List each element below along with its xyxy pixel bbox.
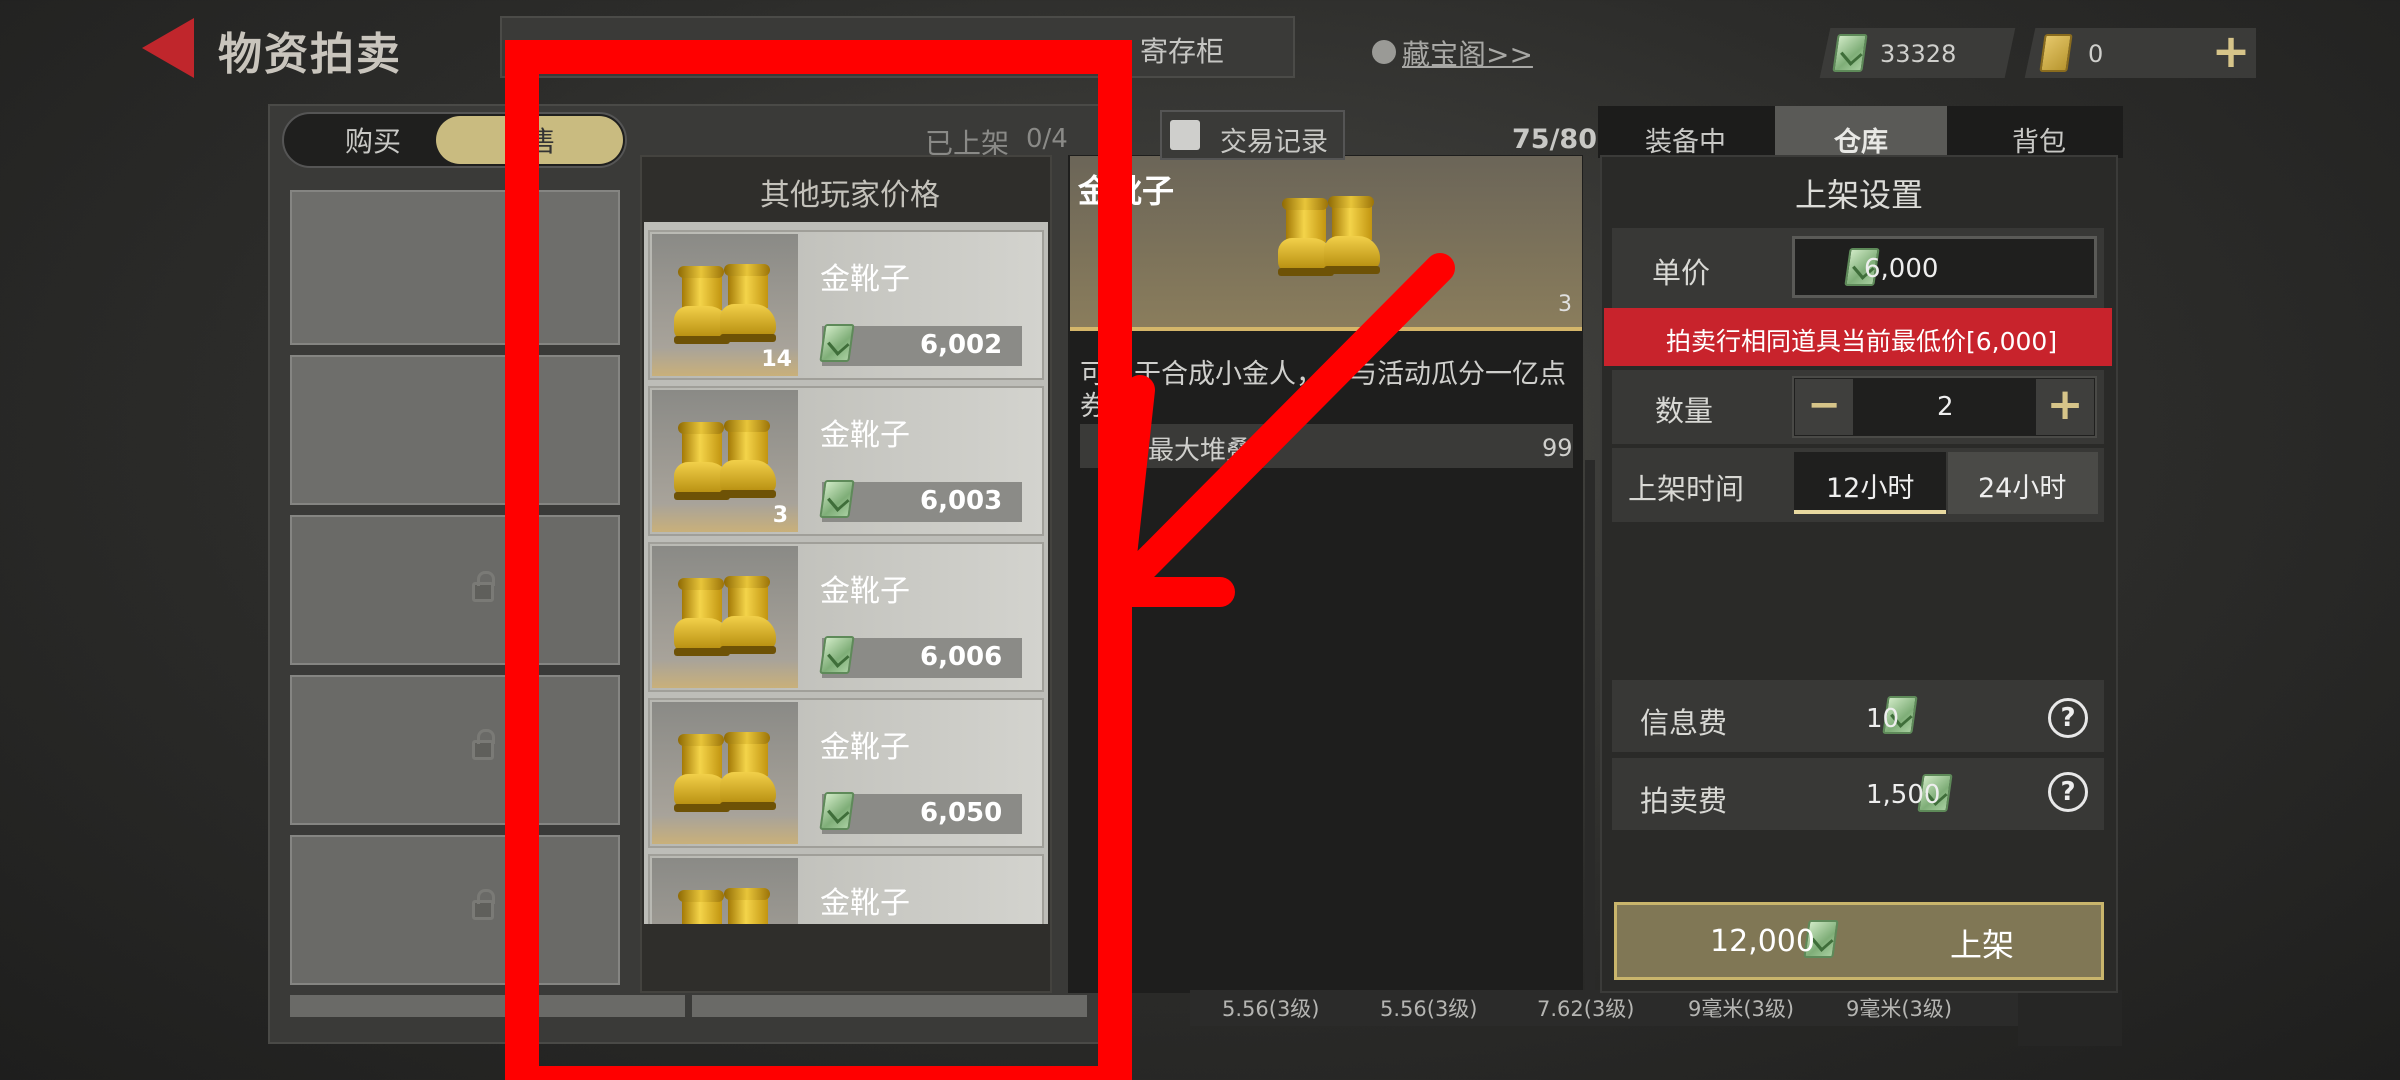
tab-buy[interactable]: 购买 bbox=[345, 120, 401, 160]
list-item-button[interactable] bbox=[1614, 902, 2104, 980]
lock-icon bbox=[472, 571, 495, 602]
lock-icon bbox=[472, 729, 495, 760]
capacity-count: 75/80 bbox=[1512, 124, 1598, 155]
ammo-label: 7.62(3级) bbox=[1537, 997, 1635, 1021]
quantity-label: 数量 bbox=[1655, 394, 1714, 428]
duration-24h-label: 24小时 bbox=[1978, 473, 2067, 504]
auction-fee-label: 拍卖费 bbox=[1640, 784, 1728, 818]
duration-label: 上架时间 bbox=[1628, 472, 1745, 506]
unit-price-input[interactable] bbox=[1792, 236, 2097, 298]
item-detail-count: 3 bbox=[1558, 292, 1572, 317]
unit-price-value: 6,000 bbox=[1864, 254, 1939, 284]
trade-record-label: 交易记录 bbox=[1220, 127, 1328, 158]
ammo-label: 9毫米(3级) bbox=[1846, 997, 1953, 1021]
annotation-highlight-box bbox=[505, 40, 1132, 1080]
lock-icon bbox=[472, 889, 495, 920]
info-fee-value: 10 bbox=[1866, 704, 1900, 734]
tab-backpack[interactable]: 背包 bbox=[2012, 120, 2066, 159]
increase-button[interactable]: + bbox=[2036, 379, 2094, 435]
duration-12h-label: 12小时 bbox=[1826, 473, 1915, 504]
page-title: 物资拍卖 bbox=[218, 29, 402, 80]
cash-amount: 33328 bbox=[1880, 40, 1957, 68]
unit-price-label: 单价 bbox=[1652, 256, 1711, 290]
lowest-price-notice-text: 拍卖行相同道具当前最低价[6,000] bbox=[1666, 327, 2058, 356]
quantity-value[interactable]: 2 bbox=[1937, 392, 1954, 422]
tab-equipped[interactable]: 装备中 bbox=[1645, 120, 1726, 159]
ammo-label: 5.56(3级) bbox=[1380, 997, 1478, 1021]
tab-locker[interactable]: 寄存柜 bbox=[1140, 30, 1224, 70]
coupon-amount: 0 bbox=[2088, 40, 2104, 68]
info-fee-label: 信息费 bbox=[1640, 706, 1728, 740]
stack-value: 99 bbox=[1542, 434, 1573, 462]
corner-panel bbox=[2018, 990, 2122, 1046]
ammo-label: 9毫米(3级) bbox=[1688, 997, 1795, 1021]
tab-warehouse[interactable]: 仓库 bbox=[1834, 120, 1888, 159]
annotation-arrow bbox=[1103, 253, 1455, 607]
trade-record-icon bbox=[1170, 120, 1200, 150]
list-item-button-label: 上架 bbox=[1950, 926, 2015, 964]
listing-settings-title: 上架设置 bbox=[1795, 176, 1924, 214]
treasure-link[interactable]: 藏宝阁>> bbox=[1402, 33, 1533, 73]
inventory-grid bbox=[1585, 460, 1595, 990]
auction-fee-value: 1,500 bbox=[1866, 780, 1941, 810]
treasure-icon bbox=[1372, 40, 1396, 64]
decrease-button[interactable]: − bbox=[1795, 379, 1853, 435]
coupon-icon bbox=[2039, 34, 2073, 72]
info-fee-help-icon[interactable]: ? bbox=[2048, 698, 2088, 738]
add-coupon-button[interactable]: + bbox=[2206, 28, 2256, 78]
cash-icon bbox=[1832, 34, 1868, 72]
back-arrow-icon[interactable] bbox=[142, 18, 194, 78]
auction-fee-help-icon[interactable]: ? bbox=[2048, 772, 2088, 812]
total-price: 12,000 bbox=[1710, 924, 1815, 959]
ammo-label: 5.56(3级) bbox=[1222, 997, 1320, 1021]
